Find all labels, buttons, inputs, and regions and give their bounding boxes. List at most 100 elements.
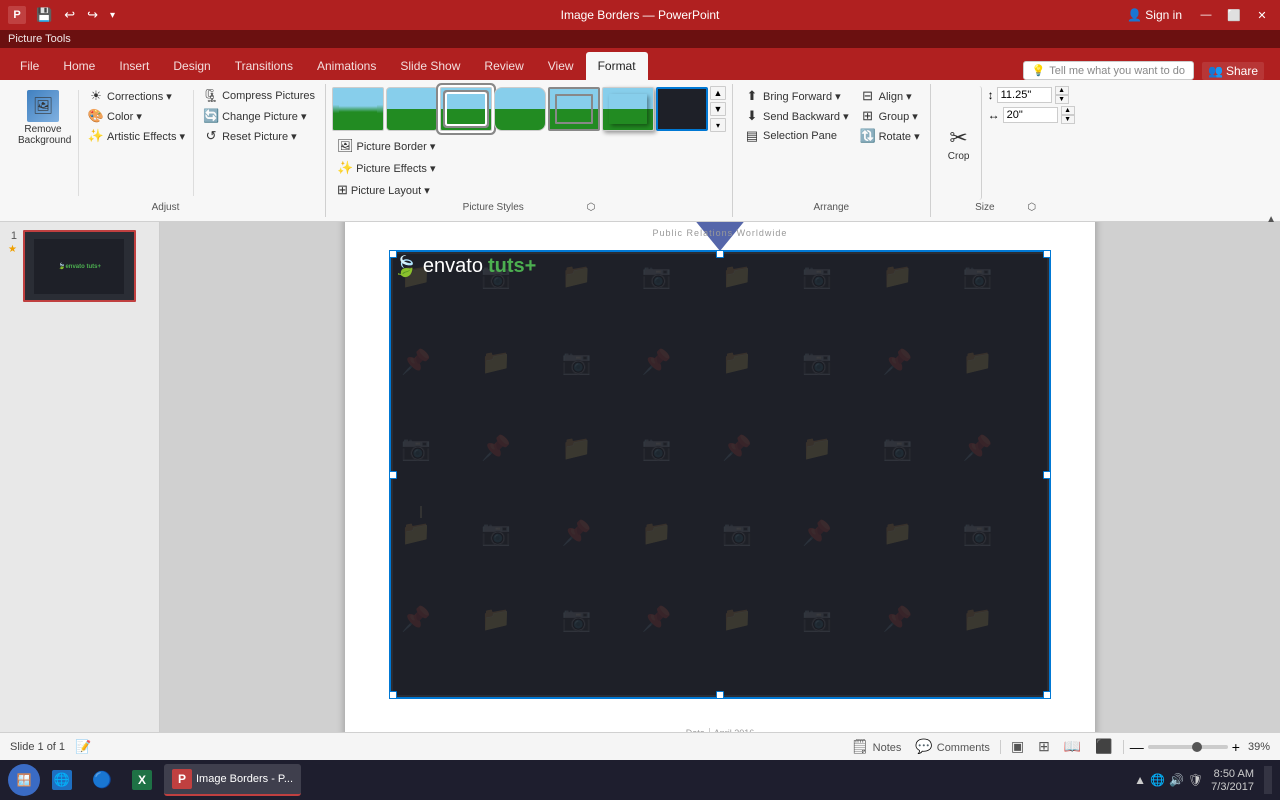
adjust-group: 🖼 Remove Background ☀ Corrections ▾ 🎨 Co… <box>6 84 326 217</box>
start-button[interactable]: 🪟 <box>8 764 40 796</box>
reading-view-btn[interactable]: 📖 <box>1060 736 1085 757</box>
corrections-button[interactable]: ☀ Corrections ▾ <box>83 86 189 106</box>
show-desktop-btn[interactable] <box>1264 766 1272 794</box>
picture-effects-button[interactable]: ✨ Picture Effects ▾ <box>332 158 440 178</box>
present-btn[interactable]: ⬛ <box>1091 736 1116 757</box>
gallery-down[interactable]: ▼ <box>710 102 726 116</box>
height-spin-down[interactable]: ▼ <box>1055 95 1069 104</box>
tray-network[interactable]: 🌐 <box>1150 773 1165 787</box>
height-row: ↕ ▲ ▼ <box>988 86 1075 104</box>
color-button[interactable]: 🎨 Color ▾ <box>83 106 189 126</box>
close-btn[interactable]: ✕ <box>1252 5 1272 25</box>
slide-sorter-btn[interactable]: ⊞ <box>1034 736 1054 757</box>
style-thumb-5[interactable] <box>548 87 600 131</box>
envato-text: envato <box>423 255 483 278</box>
redo-btn[interactable]: ↪ <box>83 5 102 25</box>
width-spin-up[interactable]: ▲ <box>1061 106 1075 115</box>
tab-animations[interactable]: Animations <box>305 52 388 80</box>
slide-notes-icon[interactable]: 📝 <box>75 739 91 755</box>
share-button[interactable]: 👥 Share <box>1202 62 1264 80</box>
slide-number-label: 1 <box>11 230 17 242</box>
selected-image[interactable]: 📁📷📁📷📁📷📁📷 📌📁📷📌📁📷📌📁 📷📌📁📷📌📁📷📌 📁📷📌📁📷📌📁📷 📌📁📷📌… <box>390 251 1050 698</box>
style-thumb-4[interactable] <box>494 87 546 131</box>
tab-review[interactable]: Review <box>472 52 535 80</box>
restore-btn[interactable]: ⬜ <box>1224 5 1244 25</box>
style-thumb-2[interactable] <box>386 87 438 131</box>
style-thumb-7[interactable] <box>656 87 708 131</box>
align-label: Align ▾ <box>879 90 912 103</box>
tray-arrow[interactable]: ▲ <box>1134 773 1146 787</box>
handle-ml[interactable] <box>389 471 397 479</box>
comments-btn[interactable]: 💬 Comments <box>911 736 994 757</box>
taskbar-chrome[interactable]: 🔵 <box>84 764 120 796</box>
selection-pane-button[interactable]: ▤ Selection Pane <box>739 126 853 146</box>
size-expand[interactable]: ⬡ <box>1027 202 1036 213</box>
taskbar-right: ▲ 🌐 🔊 🛡 8:50 AM 7/3/2017 <box>1134 766 1272 794</box>
style-thumb-1[interactable] <box>332 87 384 131</box>
zoom-track[interactable] <box>1148 745 1228 749</box>
send-backward-button[interactable]: ⬇ Send Backward ▾ <box>739 106 853 126</box>
style-thumb-6[interactable] <box>602 87 654 131</box>
time-display: 8:50 AM <box>1214 768 1254 780</box>
change-picture-label: Change Picture ▾ <box>222 110 306 123</box>
taskbar-powerpoint[interactable]: P Image Borders - P... <box>164 764 301 796</box>
clock[interactable]: 8:50 AM 7/3/2017 <box>1211 768 1254 793</box>
tab-insert[interactable]: Insert <box>107 52 161 80</box>
width-input[interactable] <box>1003 107 1058 123</box>
status-divider2 <box>1123 740 1124 754</box>
title-bar-left: P 💾 ↩ ↪ ▾ <box>8 5 119 25</box>
picture-layout-button[interactable]: ⊞ Picture Layout ▾ <box>332 180 440 200</box>
undo-btn[interactable]: ↩ <box>60 5 79 25</box>
minimize-btn[interactable]: — <box>1196 5 1216 25</box>
style-thumb-3[interactable] <box>440 87 492 131</box>
tab-format[interactable]: Format <box>586 52 648 80</box>
tell-me-box[interactable]: 💡 Tell me what you want to do <box>1023 61 1194 80</box>
gallery-up[interactable]: ▲ <box>710 86 726 100</box>
slide-thumbnail[interactable]: 🍃envato tuts+ <box>23 230 136 302</box>
change-picture-button[interactable]: 🔄 Change Picture ▾ <box>198 106 319 126</box>
align-button[interactable]: ⊟ Align ▾ <box>855 86 924 106</box>
reset-picture-button[interactable]: ↺ Reset Picture ▾ <box>198 126 319 146</box>
compress-pictures-button[interactable]: 🗜 Compress Pictures <box>198 86 319 106</box>
zoom-in-btn[interactable]: + <box>1232 739 1240 755</box>
tab-slideshow[interactable]: Slide Show <box>388 52 472 80</box>
picture-border-button[interactable]: 🖼 Picture Border ▾ <box>332 136 440 156</box>
height-input[interactable] <box>997 87 1052 103</box>
tray-shield[interactable]: 🛡 <box>1188 773 1203 787</box>
notes-btn[interactable]: 🗒 Notes <box>847 736 905 757</box>
handle-bl[interactable] <box>389 691 397 699</box>
tab-file[interactable]: File <box>8 52 51 80</box>
artistic-effects-button[interactable]: ✨ Artistic Effects ▾ <box>83 126 189 146</box>
tab-home[interactable]: Home <box>51 52 107 80</box>
width-spin-down[interactable]: ▼ <box>1061 115 1075 124</box>
width-spin: ▲ ▼ <box>1061 106 1075 124</box>
save-btn[interactable]: 💾 <box>32 5 56 25</box>
date-area: Date April 2016 <box>686 728 755 732</box>
bring-forward-button[interactable]: ⬆ Bring Forward ▾ <box>739 86 853 106</box>
zoom-out-btn[interactable]: — <box>1130 739 1144 755</box>
gallery-more[interactable]: ▾ <box>710 118 726 132</box>
taskbar: 🪟 🌐 🔵 X P Image Borders - P... ▲ 🌐 🔊 🛡 8… <box>0 760 1280 800</box>
size-group: ✂ Crop ↕ ▲ ▼ ↔ ▲ ▼ <box>931 84 1081 217</box>
tab-transitions[interactable]: Transitions <box>223 52 305 80</box>
date-value: April 2016 <box>714 728 755 732</box>
taskbar-excel[interactable]: X <box>124 764 160 796</box>
customize-btn[interactable]: ▾ <box>106 8 119 23</box>
remove-background-button[interactable]: 🖼 Remove Background <box>12 86 74 150</box>
handle-bc[interactable] <box>716 691 724 699</box>
taskbar-ie[interactable]: 🌐 <box>44 764 80 796</box>
sign-in-btn[interactable]: 👤 Sign in <box>1121 6 1188 24</box>
rotate-button[interactable]: 🔃 Rotate ▾ <box>855 126 924 146</box>
group-button[interactable]: ⊞ Group ▾ <box>855 106 924 126</box>
tab-design[interactable]: Design <box>161 52 222 80</box>
slide-canvas[interactable]: Public Relations Worldwide 📁📷📁📷📁📷📁📷 📌📁📷📌… <box>345 222 1095 732</box>
crop-button[interactable]: ✂ Crop <box>937 86 982 200</box>
normal-view-btn[interactable]: ▣ <box>1007 736 1028 757</box>
tray-volume[interactable]: 🔊 <box>1169 773 1184 787</box>
handle-mr[interactable] <box>1043 471 1051 479</box>
tab-view[interactable]: View <box>536 52 586 80</box>
zoom-slider: — + 39% <box>1130 739 1270 755</box>
handle-br[interactable] <box>1043 691 1051 699</box>
height-spin-up[interactable]: ▲ <box>1055 86 1069 95</box>
picture-styles-expand[interactable]: ⬡ <box>587 202 596 213</box>
